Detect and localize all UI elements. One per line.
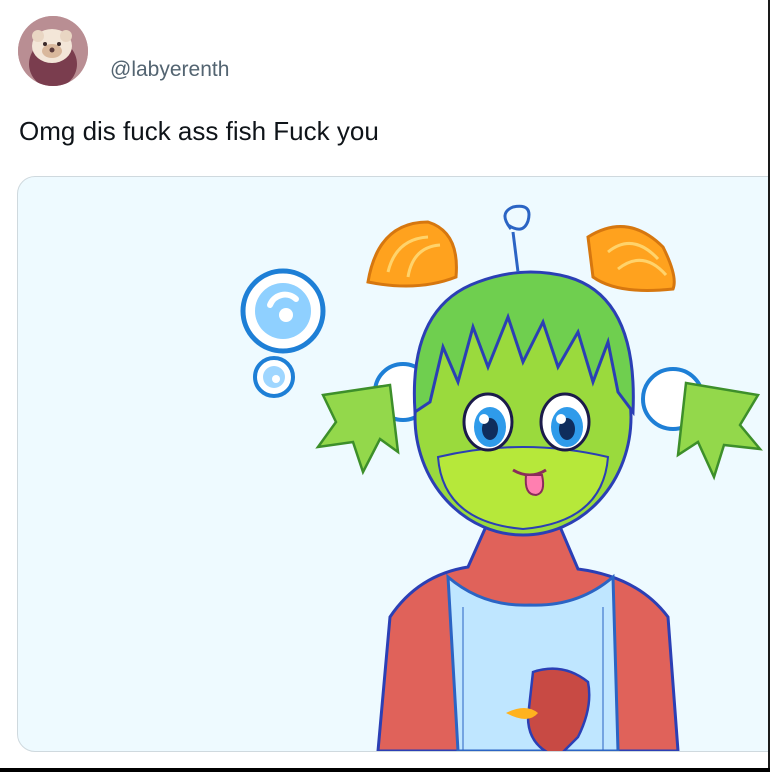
right-bun (586, 225, 676, 292)
right-eye (539, 392, 591, 452)
left-eye (462, 392, 514, 452)
right-pigtail (641, 367, 763, 481)
bubble-small (253, 356, 295, 398)
tweet-text: Omg dis fuck ass fish Fuck you (19, 116, 379, 146)
user-handle[interactable]: @labyerenth (110, 58, 229, 82)
bubble-large (240, 268, 326, 354)
avatar-image (18, 16, 88, 86)
fish-girl-illustration (240, 204, 763, 751)
tweet-media[interactable] (17, 176, 768, 752)
left-bun (366, 220, 458, 288)
character-body (376, 520, 680, 751)
tweet-card: @labyerenth Omg dis fuck ass fish Fuck y… (0, 0, 770, 768)
avatar[interactable] (18, 16, 88, 86)
